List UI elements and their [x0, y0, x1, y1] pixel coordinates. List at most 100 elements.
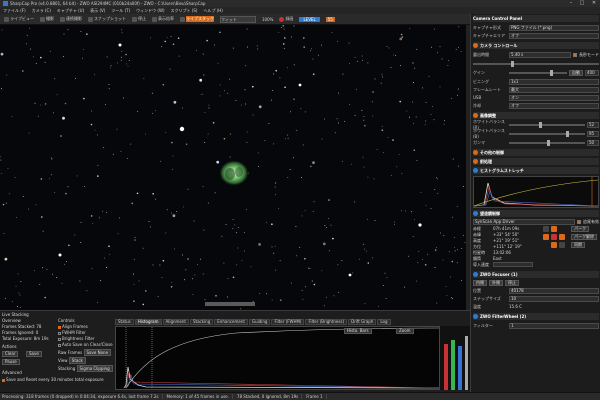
gamma-input[interactable]: 50 — [587, 139, 599, 146]
histogram-bars-toggle[interactable]: Histo. Bars — [344, 328, 372, 334]
zoom-select[interactable]: フィット — [218, 15, 258, 23]
tab-log[interactable]: Log — [377, 319, 391, 325]
slew-se-button[interactable] — [559, 242, 565, 248]
menu-camera[interactable]: カメラ (C) — [32, 8, 51, 14]
histogram-stretch-section[interactable]: ヒストグラムストレッチ — [473, 167, 599, 174]
focus-in-button[interactable]: 内側 — [473, 279, 487, 286]
sync-button[interactable]: 同期 — [571, 242, 585, 248]
gamma-slider[interactable] — [509, 139, 585, 146]
preprocessing-section[interactable]: 前処理 — [473, 158, 599, 165]
histogram-stretch-graph[interactable] — [473, 176, 599, 208]
pause-button[interactable]: Pause — [2, 359, 20, 365]
live-image-view[interactable] — [0, 25, 470, 310]
toolbar-live-view[interactable]: ライブビュー — [2, 15, 36, 23]
exposure-input[interactable]: 5.40 s — [509, 51, 571, 58]
level-button[interactable]: LEVEL — [297, 15, 321, 23]
focuser-step-input[interactable]: 10 — [509, 295, 599, 302]
wb-red-input[interactable]: 52 — [587, 121, 599, 128]
usb-select[interactable]: オン — [509, 94, 599, 101]
wb-red-slider[interactable] — [509, 121, 585, 128]
menu-scripting[interactable]: スクリプト (S) — [171, 8, 198, 14]
tab-filter-fwhm[interactable]: Filter (FWHM) — [271, 319, 305, 325]
menu-capture[interactable]: キャプチャ (U) — [57, 8, 84, 14]
gain-slider[interactable] — [509, 69, 567, 76]
histogram-zoom-button[interactable]: Zoom — [396, 328, 414, 334]
focuser-position-input[interactable]: 40178 — [509, 287, 599, 294]
exposure-slider-knob[interactable] — [510, 60, 514, 67]
slew-west-button[interactable] — [543, 234, 549, 240]
long-exposure-checkbox[interactable] — [573, 52, 577, 57]
capture-format-select[interactable]: PNG ファイル (*.png) — [509, 24, 599, 31]
channel-balance-bars[interactable] — [440, 326, 470, 390]
slew-east-button[interactable] — [559, 234, 565, 240]
filter-select[interactable]: 1 — [509, 322, 599, 329]
slew-north-button[interactable] — [551, 226, 557, 232]
wb-blue-input[interactable]: 95 — [587, 130, 599, 137]
slew-stop-button[interactable] — [551, 234, 557, 240]
save-reset-checkbox[interactable] — [2, 378, 5, 382]
unpark-button[interactable]: パーク解除 — [571, 234, 597, 240]
fwhm-filter-row[interactable]: FWHM Filter — [58, 330, 86, 335]
slew-nw-button[interactable] — [543, 226, 549, 232]
gain-slider-knob[interactable] — [549, 69, 553, 76]
wb-blue-knob[interactable] — [566, 130, 569, 137]
maximize-button[interactable]: □ — [577, 0, 587, 7]
menu-window[interactable]: ウィンドウ (W) — [136, 8, 164, 14]
align-frames-row[interactable]: Align Frames — [58, 324, 88, 329]
tab-status[interactable]: Status — [115, 319, 134, 325]
menu-help[interactable]: ヘルプ (H) — [203, 8, 222, 14]
fwhm-filter-checkbox[interactable] — [58, 331, 61, 335]
toolbar-live-stack-button[interactable]: ライブスタック — [178, 15, 216, 23]
auto-save-row[interactable]: Auto Save on Clear/Close — [58, 342, 113, 347]
clear-button[interactable]: Clear — [2, 351, 19, 357]
binning-select[interactable]: 1x1 — [509, 78, 599, 85]
tab-guiding[interactable]: Guiding — [248, 319, 271, 325]
gain-auto-button[interactable]: 自動 — [569, 69, 583, 76]
brightness-filter-row[interactable]: Brightness Filter — [58, 336, 94, 341]
toolbar-stop[interactable]: 停止 — [130, 15, 148, 23]
menu-tools[interactable]: ツール (T) — [111, 8, 130, 14]
filterwheel-section[interactable]: ZWO FilterWheel (2) — [473, 313, 599, 320]
record-button[interactable]: 録画 — [277, 15, 295, 23]
auto-save-checkbox[interactable] — [58, 343, 61, 347]
tab-stacking[interactable]: Stacking — [190, 319, 214, 325]
tab-filter-brightness[interactable]: Filter (Brightness) — [305, 319, 348, 325]
stacking-select[interactable]: Sigma Clipping — [76, 365, 113, 372]
save-button[interactable]: Save — [26, 351, 42, 357]
tab-histogram[interactable]: Histogram — [134, 319, 162, 325]
gamma-knob[interactable] — [547, 139, 550, 146]
tracking-checkbox[interactable] — [577, 219, 581, 224]
park-button[interactable]: パーク — [571, 226, 589, 232]
toolbar-zoom[interactable]: 表示倍率 — [150, 15, 176, 23]
raw-frames-select[interactable]: Save None — [83, 349, 112, 356]
toolbar-snapshot[interactable]: スナップショット — [86, 15, 128, 23]
tab-alignment[interactable]: Alignment — [162, 319, 189, 325]
image-horizontal-scrollbar[interactable] — [205, 302, 255, 306]
minimize-button[interactable]: – — [566, 0, 576, 7]
zoom-percent[interactable]: 100% — [260, 15, 275, 23]
close-button[interactable]: ✕ — [589, 0, 599, 7]
align-frames-checkbox[interactable] — [58, 325, 61, 329]
stack-histogram[interactable]: Histo. Bars Zoom — [115, 326, 440, 390]
tab-drift-graph[interactable]: Drift Graph — [348, 319, 377, 325]
wb-red-knob[interactable] — [539, 121, 543, 128]
gain-input[interactable]: 400 — [585, 69, 599, 76]
exposure-slider[interactable] — [473, 60, 599, 67]
focus-out-button[interactable]: 外側 — [489, 279, 503, 286]
capture-region-select[interactable]: オフ — [509, 32, 599, 39]
toolbar-capture[interactable]: 撮影 — [38, 15, 56, 23]
focus-stop-button[interactable]: 停止 — [505, 279, 519, 286]
tab-enhancement[interactable]: Enhancement — [214, 319, 248, 325]
menu-file[interactable]: ファイル (F) — [3, 8, 26, 14]
cooler-select[interactable]: オフ — [509, 102, 599, 109]
frame-rate-select[interactable]: 最大 — [509, 86, 599, 93]
brightness-filter-checkbox[interactable] — [58, 337, 61, 341]
other-controls-section[interactable]: その他の制御 — [473, 149, 599, 156]
image-controls-section[interactable]: 画像調整 — [473, 112, 599, 119]
camera-controls-section[interactable]: カメラ コントロール — [473, 42, 599, 49]
slew-rate-select[interactable] — [493, 262, 533, 267]
mount-driver-select[interactable]: SynScan App Driver — [473, 218, 575, 225]
slew-south-button[interactable] — [551, 242, 557, 248]
wb-blue-slider[interactable] — [509, 130, 585, 137]
focuser-section[interactable]: ZWO Focuser (1) — [473, 271, 599, 278]
